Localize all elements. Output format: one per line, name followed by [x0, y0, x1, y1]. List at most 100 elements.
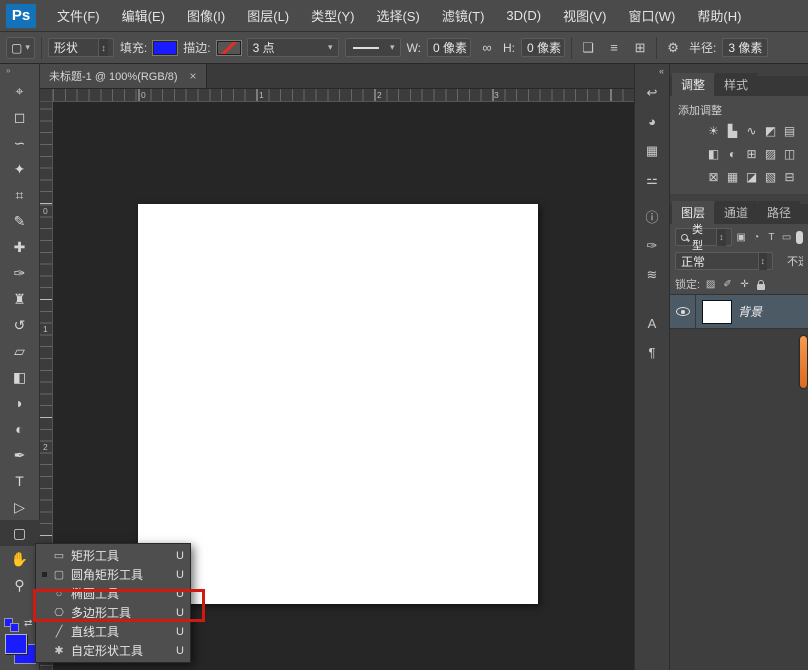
threshold-icon[interactable]: ▧	[761, 170, 780, 186]
visibility-cell[interactable]	[670, 295, 696, 328]
vibrance-icon[interactable]: ▤	[780, 124, 799, 140]
menu-view[interactable]: 视图(V)	[552, 0, 617, 32]
ruler-corner[interactable]	[40, 89, 53, 102]
layer-row-background[interactable]: 背景	[670, 295, 808, 329]
stroke-width-field[interactable]: 3 点 ▾	[247, 38, 339, 57]
fill-color-swatch[interactable]	[153, 41, 177, 55]
stroke-color-swatch[interactable]	[217, 41, 241, 55]
menu-item-rounded-rectangle-tool[interactable]: ▢ 圆角矩形工具 U	[36, 565, 190, 584]
quick-select-tool[interactable]: ✦	[0, 156, 40, 182]
channel-mixer-icon[interactable]: ◫	[780, 147, 799, 163]
brush-tool[interactable]: ✑	[0, 260, 40, 286]
filter-adjustment-layers-icon[interactable]: ◔	[751, 232, 762, 243]
exposure-icon[interactable]: ◩	[761, 124, 780, 140]
lock-image-icon[interactable]: ✐	[721, 279, 734, 290]
menu-help[interactable]: 帮助(H)	[686, 0, 752, 32]
width-field[interactable]: 0 像素	[427, 38, 471, 57]
menu-image[interactable]: 图像(I)	[176, 0, 236, 32]
clone-source-panel-icon[interactable]: ≋	[639, 262, 665, 287]
brush-panel-icon[interactable]: ✑	[639, 233, 665, 258]
menu-filter[interactable]: 滤镜(T)	[431, 0, 496, 32]
marquee-tool[interactable]: ◻	[0, 104, 40, 130]
menu-select[interactable]: 选择(S)	[365, 0, 430, 32]
menu-file[interactable]: 文件(F)	[46, 0, 111, 32]
pattern-panel-icon[interactable]: ▦	[639, 138, 665, 163]
blend-mode-select[interactable]: 正常 ↕	[675, 252, 773, 270]
type-tool[interactable]: T	[0, 468, 40, 494]
path-arrange-button[interactable]: ⊞	[630, 40, 650, 56]
filter-toggle[interactable]	[796, 231, 803, 244]
layer-filter-select[interactable]: 类型 ↕	[675, 228, 732, 246]
invert-icon[interactable]: ▦	[723, 170, 742, 186]
swap-colors-icon[interactable]: ⇄	[24, 618, 32, 629]
menu-3d[interactable]: 3D(D)	[495, 0, 552, 32]
tab-paths[interactable]: 路径	[758, 201, 800, 224]
crop-tool[interactable]: ⌗	[0, 182, 40, 208]
lock-all-icon[interactable]	[757, 284, 765, 290]
shape-tool[interactable]: ▢	[0, 520, 40, 546]
filter-shape-layers-icon[interactable]: ▭	[781, 232, 792, 243]
collapse-tools-icon[interactable]: »	[0, 66, 39, 78]
properties-panel-icon[interactable]: ⚍	[639, 167, 665, 192]
menu-window[interactable]: 窗口(W)	[617, 0, 686, 32]
eraser-tool[interactable]: ▱	[0, 338, 40, 364]
menu-item-line-tool[interactable]: ╱ 直线工具 U	[36, 622, 190, 641]
paragraph-panel-icon[interactable]: ¶	[639, 340, 665, 365]
stroke-style-select[interactable]: ▾	[345, 38, 401, 57]
lock-position-icon[interactable]: ✛	[738, 279, 751, 290]
document-canvas[interactable]	[138, 204, 538, 604]
foreground-color-swatch[interactable]	[5, 634, 27, 654]
orange-scroll-indicator[interactable]	[800, 336, 807, 388]
history-brush-tool[interactable]: ↺	[0, 312, 40, 338]
menu-item-ellipse-tool[interactable]: ○ 椭圆工具 U	[36, 584, 190, 603]
menu-type[interactable]: 类型(Y)	[300, 0, 365, 32]
path-operations-button[interactable]: ❏	[578, 40, 598, 56]
path-alignment-button[interactable]: ≡	[604, 40, 624, 55]
blur-tool[interactable]: ◗	[0, 390, 40, 416]
tab-styles[interactable]: 样式	[715, 73, 757, 96]
tab-adjustments[interactable]: 调整	[672, 73, 714, 96]
tab-channels[interactable]: 通道	[715, 201, 757, 224]
height-field[interactable]: 0 像素	[521, 38, 565, 57]
mini-background-swatch[interactable]	[10, 623, 19, 632]
tool-preset-button[interactable]: ▢ ▾	[6, 37, 35, 59]
photo-filter-icon[interactable]: ▨	[761, 147, 780, 163]
link-dimensions-icon[interactable]: ∞	[477, 40, 497, 55]
gradient-map-icon[interactable]: ⊟	[780, 170, 799, 186]
hand-tool[interactable]: ✋	[0, 546, 40, 572]
gradient-tool[interactable]: ◧	[0, 364, 40, 390]
menu-layer[interactable]: 图层(L)	[236, 0, 300, 32]
levels-icon[interactable]: ▙	[723, 124, 742, 140]
eyedropper-tool[interactable]: ✎	[0, 208, 40, 234]
collapse-panels-icon[interactable]: «	[635, 66, 669, 78]
lock-transparent-icon[interactable]: ▨	[704, 279, 717, 290]
lasso-tool[interactable]: ∽	[0, 130, 40, 156]
move-tool[interactable]: ⌖	[0, 78, 40, 104]
clone-stamp-tool[interactable]: ♜	[0, 286, 40, 312]
styles-panel-icon[interactable]: ◕	[639, 109, 665, 134]
history-panel-icon[interactable]: ↩	[639, 80, 665, 105]
character-panel-icon[interactable]: A	[639, 311, 665, 336]
tool-mode-select[interactable]: 形状 ↕	[48, 38, 114, 57]
dodge-tool[interactable]: ◐	[0, 416, 40, 442]
color-lookup-icon[interactable]: ⊠	[704, 170, 723, 186]
close-tab-icon[interactable]: ×	[190, 69, 197, 83]
info-panel-icon[interactable]: ⓘ	[639, 204, 665, 229]
curves-icon[interactable]: ∿	[742, 124, 761, 140]
menu-item-rectangle-tool[interactable]: ▭ 矩形工具 U	[36, 546, 190, 565]
zoom-tool[interactable]: ⚲	[0, 572, 40, 598]
menu-edit[interactable]: 编辑(E)	[111, 0, 176, 32]
filter-type-layers-icon[interactable]: T	[766, 232, 777, 243]
gear-icon[interactable]: ⚙	[663, 40, 683, 56]
color-balance-icon[interactable]: ◐	[723, 147, 742, 163]
layer-thumbnail[interactable]	[702, 300, 732, 324]
pen-tool[interactable]: ✒	[0, 442, 40, 468]
brightness-contrast-icon[interactable]: ☀	[704, 124, 723, 140]
menu-item-polygon-tool[interactable]: ⎔ 多边形工具 U	[36, 603, 190, 622]
path-select-tool[interactable]: ▷	[0, 494, 40, 520]
black-white-icon[interactable]: ⊞	[742, 147, 761, 163]
healing-brush-tool[interactable]: ✚	[0, 234, 40, 260]
document-tab[interactable]: 未标题-1 @ 100%(RGB/8) ×	[40, 64, 207, 88]
posterize-icon[interactable]: ◪	[742, 170, 761, 186]
menu-item-custom-shape-tool[interactable]: ✱ 自定形状工具 U	[36, 641, 190, 660]
